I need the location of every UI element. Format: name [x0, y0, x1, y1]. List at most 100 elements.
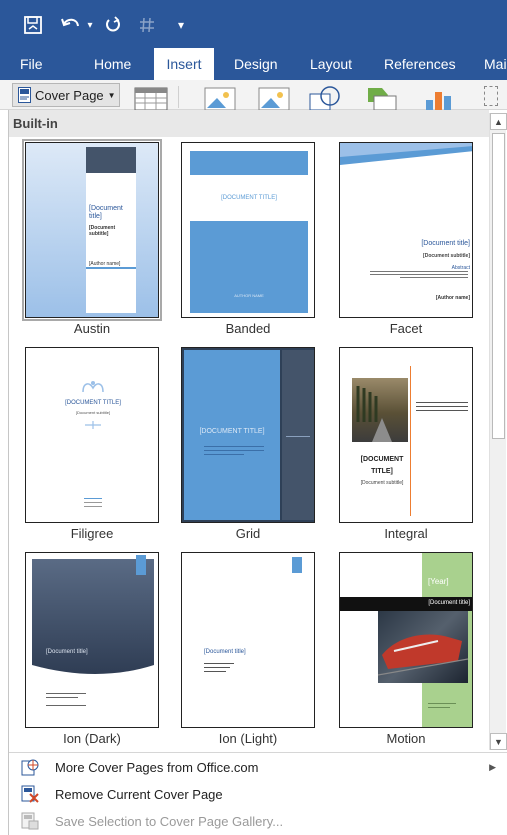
facet-title: [Document title]	[421, 240, 470, 247]
filigree-footer-line	[84, 498, 102, 499]
motion-title: [Document title]	[428, 600, 470, 606]
banded-bottom-band	[190, 221, 308, 313]
save-icon[interactable]	[22, 14, 44, 36]
cover-page-gallery: Built-in ▲ ▼ [Document title] [Document …	[8, 110, 507, 835]
touch-mode-icon	[136, 14, 158, 36]
remove-cover-page-menu-item[interactable]: Remove Current Cover Page	[9, 781, 507, 807]
tab-insert[interactable]: Insert	[154, 48, 214, 81]
cover-tile-banded[interactable]: [DOCUMENT TITLE] AUTHOR NAME	[181, 142, 315, 318]
scroll-down-icon[interactable]: ▼	[490, 733, 507, 750]
cover-tile-facet[interactable]: [Document title] [Document subtitle] Abs…	[339, 142, 473, 318]
integral-subtitle: [Document subtitle]	[360, 480, 404, 486]
pictures-icon[interactable]	[204, 86, 236, 111]
facet-text-line	[370, 271, 468, 272]
ion-light-title: [Document title]	[204, 649, 246, 655]
ion-light-tab	[292, 557, 302, 573]
cover-tile-ion-dark[interactable]: [Document title]	[25, 552, 159, 728]
integral-title: [DOCUMENT TITLE]	[360, 456, 404, 475]
cover-page-label: Cover Page	[35, 87, 104, 103]
ion-light-text-line	[204, 663, 234, 664]
chart-icon[interactable]	[424, 86, 454, 110]
section-heading: Built-in	[9, 110, 489, 137]
undo-icon[interactable]	[60, 14, 82, 36]
motion-text-line	[428, 703, 456, 704]
filigree-divider-icon	[85, 421, 101, 429]
ion-light-text-line	[204, 671, 226, 672]
facet-author: [Author name]	[435, 295, 470, 301]
save-selection-label: Save Selection to Cover Page Gallery...	[55, 813, 284, 829]
tile-label-austin: Austin	[73, 321, 111, 336]
facet-subtitle: [Document subtitle]	[423, 253, 470, 259]
ion-dark-title: [Document title]	[46, 649, 88, 655]
online-pictures-icon[interactable]	[258, 86, 290, 111]
cover-tile-integral[interactable]: [DOCUMENT TITLE] [Document subtitle]	[339, 347, 473, 523]
integral-text-line	[416, 402, 468, 403]
remove-cover-page-icon	[19, 784, 41, 804]
tab-references[interactable]: References	[384, 48, 456, 80]
banded-top-band	[190, 151, 308, 175]
ion-dark-text-line	[46, 697, 78, 698]
tab-design[interactable]: Design	[234, 48, 278, 80]
redo-icon[interactable]	[102, 14, 124, 36]
cover-tile-ion-light[interactable]: [Document title]	[181, 552, 315, 728]
ribbon-tabs: File Home Insert Design Layout Reference…	[0, 48, 507, 81]
scroll-up-icon[interactable]: ▲	[490, 113, 507, 130]
motion-train-icon	[377, 634, 469, 676]
motion-photo	[377, 611, 469, 683]
save-selection-menu-item: Save Selection to Cover Page Gallery...	[9, 808, 507, 834]
tile-label-grid: Grid	[235, 526, 261, 541]
cover-tile-austin[interactable]: [Document title] [Document subtitle] [Au…	[22, 139, 162, 321]
cover-tile-filigree[interactable]: [DOCUMENT TITLE] [Document subtitle]	[25, 347, 159, 523]
integral-photo	[352, 378, 408, 442]
more-cover-pages-menu-item[interactable]: More Cover Pages from Office.com ▶	[9, 754, 507, 780]
tile-label-ion-light: Ion (Light)	[218, 731, 278, 746]
filigree-footer-line	[84, 506, 102, 507]
tile-label-facet: Facet	[389, 321, 423, 336]
austin-title: [Document title]	[89, 205, 123, 220]
banded-author: AUTHOR NAME	[234, 293, 264, 298]
motion-text-line	[428, 707, 450, 708]
integral-photo-trees-icon	[356, 386, 392, 442]
ion-dark-background	[32, 559, 154, 674]
cover-tile-grid[interactable]: [DOCUMENT TITLE]	[181, 347, 315, 523]
tile-label-motion: Motion	[386, 731, 426, 746]
ribbon-divider	[178, 86, 179, 108]
table-icon[interactable]	[134, 86, 168, 111]
tab-home[interactable]: Home	[94, 48, 131, 80]
austin-rule	[86, 267, 136, 269]
shapes-icon[interactable]	[308, 86, 342, 111]
austin-sidebar	[86, 173, 136, 313]
title-bar: ▾ ▾	[0, 0, 507, 48]
filigree-subtitle: [Document subtitle]	[75, 410, 111, 415]
cover-page-icon	[18, 87, 31, 103]
grid-side-block	[282, 350, 314, 520]
grid-text-line	[204, 446, 264, 447]
facet-text-line	[370, 274, 468, 275]
filigree-footer-line	[84, 502, 102, 503]
grid-title: [DOCUMENT TITLE]	[199, 428, 265, 435]
more-cover-pages-label: More Cover Pages from Office.com	[55, 759, 259, 775]
cover-tile-motion[interactable]: [Year] [Document title]	[339, 552, 473, 728]
smartart-icon[interactable]	[362, 86, 398, 111]
ion-dark-tab	[136, 555, 146, 575]
tile-label-integral: Integral	[384, 526, 428, 541]
save-to-gallery-icon	[19, 811, 41, 831]
customize-quick-access-icon[interactable]: ▾	[174, 14, 188, 36]
tile-label-ion-dark: Ion (Dark)	[63, 731, 121, 746]
remove-cover-page-label: Remove Current Cover Page	[55, 786, 223, 802]
tab-layout[interactable]: Layout	[310, 48, 352, 80]
undo-dropdown-icon[interactable]: ▾	[84, 14, 96, 36]
cover-page-button[interactable]: Cover Page ▼	[12, 83, 120, 107]
gallery-scrollbar[interactable]: ▲ ▼	[489, 113, 507, 750]
austin-subtitle: [Document subtitle]	[89, 225, 116, 237]
screenshot-icon[interactable]	[484, 86, 498, 106]
tab-mailings[interactable]: Mai	[484, 48, 507, 80]
grid-text-line	[204, 450, 264, 451]
scrollbar-thumb[interactable]	[492, 133, 505, 439]
tab-file[interactable]: File	[20, 48, 43, 80]
grid-text-line	[204, 454, 244, 455]
tile-label-banded: Banded	[225, 321, 271, 336]
integral-text-line	[416, 406, 468, 407]
chevron-down-icon: ▼	[107, 90, 116, 100]
grid-side-line	[286, 436, 310, 437]
